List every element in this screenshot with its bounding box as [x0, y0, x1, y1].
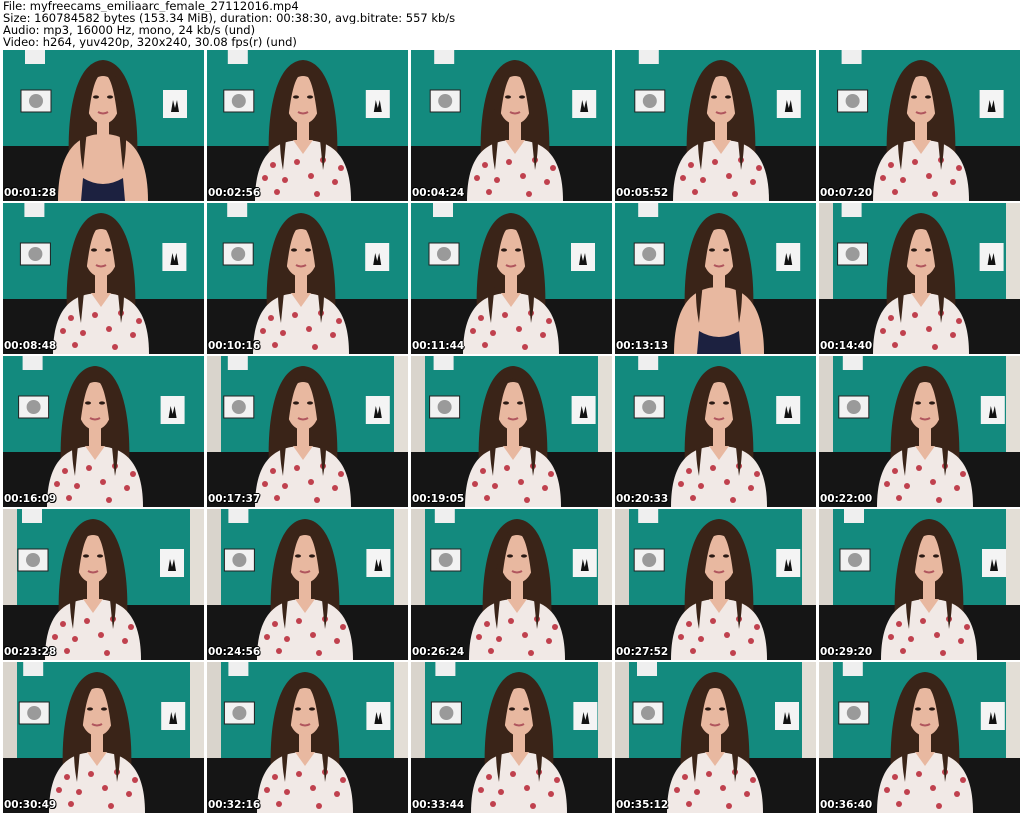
thumbnail-timestamp: 00:36:40 [820, 799, 873, 811]
video-frame-image [207, 203, 408, 354]
video-frame-image [615, 509, 816, 660]
video-frame-image [411, 50, 612, 201]
video-frame-image [207, 356, 408, 507]
thumbnail-timestamp: 00:19:05 [412, 493, 465, 505]
video-frame-image [3, 662, 204, 813]
thumbnail-timestamp: 00:17:37 [208, 493, 261, 505]
video-thumbnail: 00:16:09 [3, 356, 204, 507]
thumbnail-timestamp: 00:35:12 [616, 799, 669, 811]
video-thumbnail: 00:33:44 [411, 662, 612, 813]
thumbnail-timestamp: 00:29:20 [820, 646, 873, 658]
thumbnail-timestamp: 00:13:13 [616, 340, 669, 352]
video-frame-image [819, 662, 1020, 813]
thumbnail-timestamp: 00:32:16 [208, 799, 261, 811]
thumbnail-timestamp: 00:11:44 [412, 340, 465, 352]
thumbnail-timestamp: 00:22:00 [820, 493, 873, 505]
video-thumbnail: 00:14:40 [819, 203, 1020, 354]
thumbnail-grid: 00:01:28 00:02:56 00:04:24 00:05:52 00:07:20… [3, 50, 1020, 813]
video-frame-image [615, 203, 816, 354]
video-thumbnail: 00:04:24 [411, 50, 612, 201]
thumbnail-timestamp: 00:08:48 [4, 340, 57, 352]
video-thumbnail: 00:36:40 [819, 662, 1020, 813]
thumbnail-timestamp: 00:16:09 [4, 493, 57, 505]
file-info-header: File: myfreecams_emiliaarc_female_271120… [3, 0, 1021, 48]
size-duration-line: Size: 160784582 bytes (153.34 MiB), dura… [3, 12, 456, 24]
video-thumbnail: 00:19:05 [411, 356, 612, 507]
thumbnail-timestamp: 00:05:52 [616, 187, 669, 199]
video-frame-image [411, 662, 612, 813]
audio-info-line: Audio: mp3, 16000 Hz, mono, 24 kb/s (und… [3, 24, 256, 36]
video-frame-image [615, 50, 816, 201]
video-thumbnail: 00:23:28 [3, 509, 204, 660]
video-thumbnail: 00:24:56 [207, 509, 408, 660]
video-frame-image [3, 50, 204, 201]
thumbnail-timestamp: 00:30:49 [4, 799, 57, 811]
video-frame-image [615, 356, 816, 507]
thumbnail-timestamp: 00:26:24 [412, 646, 465, 658]
video-frame-image [411, 509, 612, 660]
video-frame-image [819, 509, 1020, 660]
video-thumbnail: 00:29:20 [819, 509, 1020, 660]
video-frame-image [3, 356, 204, 507]
video-thumbnail: 00:20:33 [615, 356, 816, 507]
thumbnail-timestamp: 00:23:28 [4, 646, 57, 658]
video-thumbnail: 00:07:20 [819, 50, 1020, 201]
video-frame-image [207, 662, 408, 813]
video-thumbnail: 00:35:12 [615, 662, 816, 813]
thumbnail-timestamp: 00:24:56 [208, 646, 261, 658]
video-frame-image [3, 203, 204, 354]
thumbnail-timestamp: 00:01:28 [4, 187, 57, 199]
thumbnail-timestamp: 00:33:44 [412, 799, 465, 811]
video-thumbnail: 00:01:28 [3, 50, 204, 201]
thumbnail-timestamp: 00:10:16 [208, 340, 261, 352]
file-name-line: File: myfreecams_emiliaarc_female_271120… [3, 0, 299, 12]
video-frame-image [411, 203, 612, 354]
thumbnail-timestamp: 00:04:24 [412, 187, 465, 199]
video-thumbnail: 00:32:16 [207, 662, 408, 813]
video-thumbnail: 00:27:52 [615, 509, 816, 660]
video-frame-image [207, 509, 408, 660]
video-frame-image [819, 50, 1020, 201]
video-info-line: Video: h264, yuv420p, 320x240, 30.08 fps… [3, 36, 297, 48]
video-frame-image [819, 356, 1020, 507]
video-thumbnail: 00:05:52 [615, 50, 816, 201]
thumbnail-timestamp: 00:07:20 [820, 187, 873, 199]
thumbnail-timestamp: 00:20:33 [616, 493, 669, 505]
video-thumbnail: 00:10:16 [207, 203, 408, 354]
video-thumbnail: 00:17:37 [207, 356, 408, 507]
video-thumbnail: 00:26:24 [411, 509, 612, 660]
video-thumbnail: 00:08:48 [3, 203, 204, 354]
thumbnail-timestamp: 00:02:56 [208, 187, 261, 199]
contact-sheet: File: myfreecams_emiliaarc_female_271120… [0, 0, 1024, 813]
video-thumbnail: 00:02:56 [207, 50, 408, 201]
video-frame-image [207, 50, 408, 201]
video-thumbnail: 00:13:13 [615, 203, 816, 354]
video-frame-image [411, 356, 612, 507]
thumbnail-timestamp: 00:14:40 [820, 340, 873, 352]
video-frame-image [819, 203, 1020, 354]
video-thumbnail: 00:11:44 [411, 203, 612, 354]
thumbnail-timestamp: 00:27:52 [616, 646, 669, 658]
video-thumbnail: 00:22:00 [819, 356, 1020, 507]
video-thumbnail: 00:30:49 [3, 662, 204, 813]
video-frame-image [3, 509, 204, 660]
video-frame-image [615, 662, 816, 813]
